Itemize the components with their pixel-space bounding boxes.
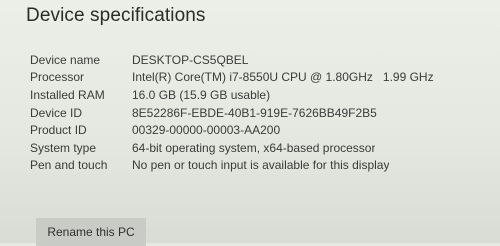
spec-value: DESKTOP-CS5QBEL bbox=[132, 52, 249, 67]
rename-pc-button[interactable]: Rename this PC bbox=[36, 218, 146, 246]
spec-row-device-id: Device ID 8E52286F-EBDE-40B1-919E-7626BB… bbox=[30, 104, 495, 122]
spec-label: Pen and touch bbox=[30, 158, 108, 173]
spec-row-product-id: Product ID 00329-00000-00003-AA200 bbox=[30, 121, 495, 139]
spec-label: Device name bbox=[30, 52, 101, 67]
settings-about-page: Device specifications Device name DESKTO… bbox=[0, 0, 500, 246]
spec-row-processor: Processor Intel(R) Core(TM) i7-8550U CPU… bbox=[30, 69, 495, 87]
device-specifications-list: Device name DESKTOP-CS5QBEL Processor In… bbox=[30, 51, 495, 174]
spec-value: 8E52286F-EBDE-40B1-919E-7626BB49F2B5 bbox=[132, 105, 377, 120]
spec-value: No pen or touch input is available for t… bbox=[132, 158, 390, 173]
section-title: Device specifications bbox=[26, 5, 206, 26]
spec-value: 00329-00000-00003-AA200 bbox=[132, 123, 281, 138]
spec-label: Processor bbox=[30, 70, 85, 85]
spec-value: 64-bit operating system, x64-based proce… bbox=[132, 140, 376, 155]
spec-label: Installed RAM bbox=[30, 87, 105, 102]
spec-row-installed-ram: Installed RAM 16.0 GB (15.9 GB usable) bbox=[30, 86, 495, 104]
spec-row-system-type: System type 64-bit operating system, x64… bbox=[30, 139, 495, 157]
spec-row-device-name: Device name DESKTOP-CS5QBEL bbox=[30, 51, 495, 69]
spec-value: Intel(R) Core(TM) i7-8550U CPU @ 1.80GHz… bbox=[132, 70, 434, 85]
spec-value: 16.0 GB (15.9 GB usable) bbox=[132, 87, 271, 102]
spec-label: Device ID bbox=[30, 105, 83, 120]
spec-label: System type bbox=[30, 140, 97, 155]
spec-label: Product ID bbox=[30, 123, 87, 138]
spec-row-pen-and-touch: Pen and touch No pen or touch input is a… bbox=[30, 157, 495, 175]
